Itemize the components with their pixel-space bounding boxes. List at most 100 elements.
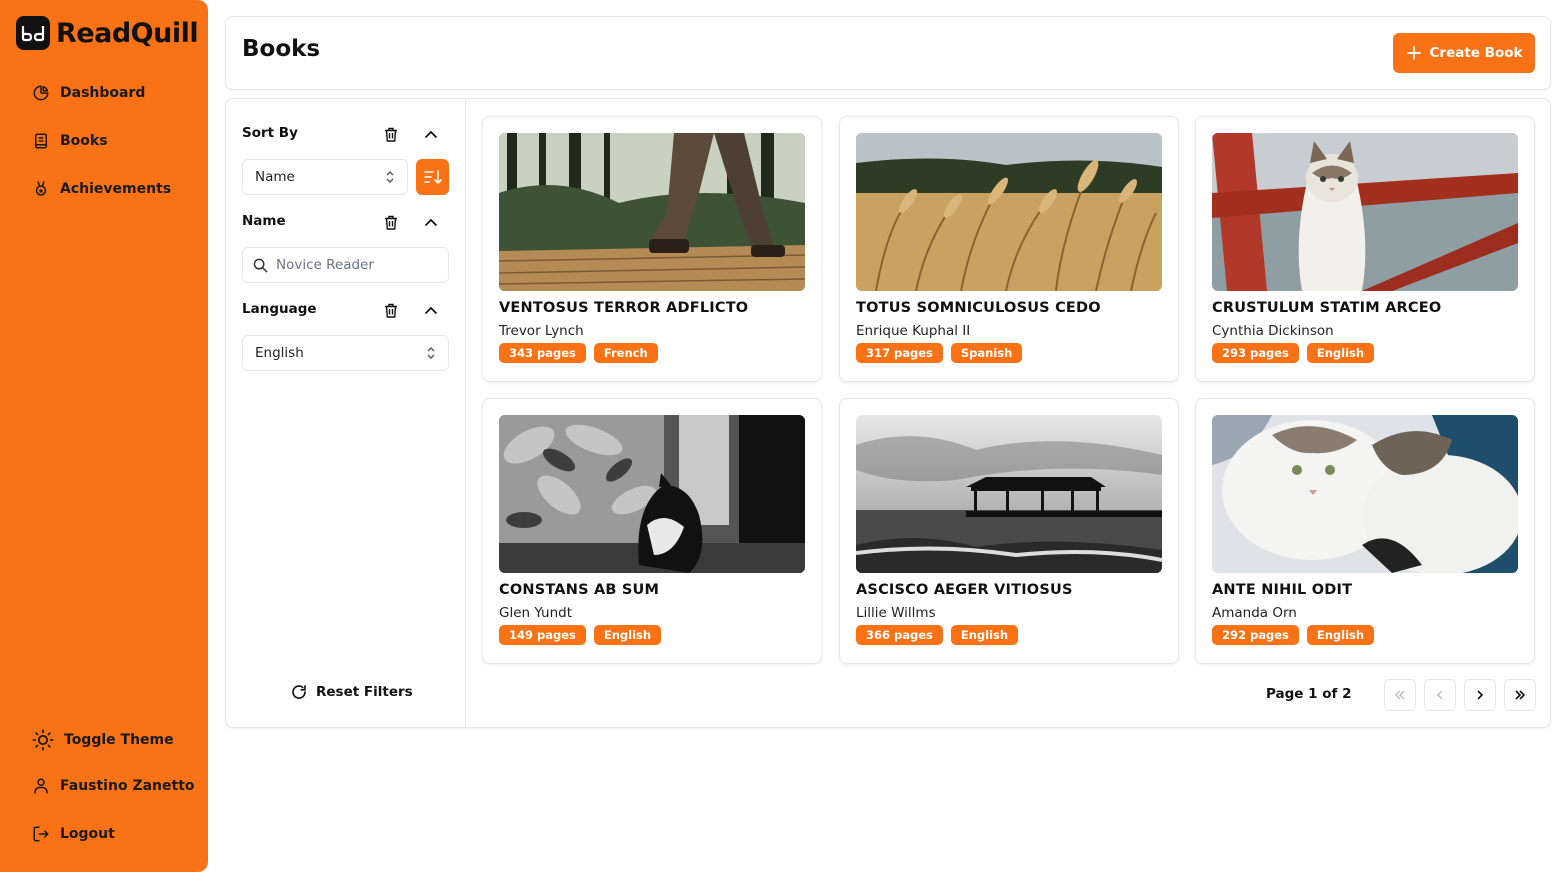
chevron-left-icon: [1437, 690, 1443, 700]
pages-badge: 293 pages: [1212, 343, 1299, 363]
logout-button[interactable]: Logout: [32, 825, 115, 843]
page-title: Books: [242, 36, 321, 62]
pages-badge: 343 pages: [499, 343, 586, 363]
cats-sleeping-photo: [1212, 415, 1518, 573]
award-icon: [35, 181, 47, 196]
chevron-up-icon[interactable]: [421, 124, 441, 144]
sidebar-item-dashboard[interactable]: Dashboard: [32, 84, 145, 102]
search-icon: [253, 258, 268, 272]
book-title: VENTOSUS TERROR ADFLICTO: [499, 300, 749, 316]
sidebar: ReadQuill Dashboard Books Achievements T…: [0, 0, 208, 872]
name-search-input[interactable]: [276, 257, 436, 273]
sidebar-item-label: Logout: [60, 826, 115, 842]
language-select[interactable]: English: [242, 335, 449, 371]
book-author: Cynthia Dickinson: [1212, 323, 1334, 339]
previous-page-button[interactable]: [1424, 679, 1456, 711]
reset-filters-button[interactable]: Reset Filters: [290, 683, 413, 701]
last-page-button[interactable]: [1504, 679, 1536, 711]
book-badges: 149 pages English: [499, 625, 662, 645]
toggle-theme-button[interactable]: Toggle Theme: [32, 729, 174, 751]
sidebar-item-label: Dashboard: [60, 85, 146, 101]
sort-direction-button[interactable]: [416, 159, 449, 195]
trash-icon[interactable]: [381, 124, 401, 144]
sidebar-item-label: Achievements: [60, 181, 172, 197]
book-author: Enrique Kuphal II: [856, 323, 971, 339]
kitten-chair-photo: [1212, 133, 1518, 291]
sidebar-item-label: Faustino Zanetto: [60, 778, 195, 794]
chevron-up-icon[interactable]: [421, 212, 441, 232]
language-badge: Spanish: [950, 343, 1023, 363]
book-title: TOTUS SOMNICULOSUS CEDO: [856, 300, 1101, 316]
pages-badge: 149 pages: [499, 625, 586, 645]
language-badge: English: [1306, 343, 1375, 363]
wheat-field-photo: [856, 133, 1162, 291]
book-badges: 293 pages English: [1212, 343, 1375, 363]
reset-filters-label: Reset Filters: [316, 684, 413, 700]
book-card[interactable]: VENTOSUS TERROR ADFLICTO Trevor Lynch 34…: [482, 116, 822, 382]
name-search-field[interactable]: [242, 247, 449, 283]
chart-pie-icon: [33, 85, 49, 101]
sidebar-item-achievements[interactable]: Achievements: [32, 180, 171, 198]
chevrons-up-down-icon: [386, 171, 394, 183]
book-card[interactable]: CRUSTULUM STATIM ARCEO Cynthia Dickinson…: [1195, 116, 1535, 382]
book-badges: 343 pages French: [499, 343, 658, 363]
book-title: ASCISCO AEGER VITIOSUS: [856, 582, 1073, 598]
book-title: ANTE NIHIL ODIT: [1212, 582, 1353, 598]
book-author: Glen Yundt: [499, 605, 573, 621]
first-page-button[interactable]: [1384, 679, 1416, 711]
chevrons-left-icon: [1395, 690, 1405, 700]
brand[interactable]: ReadQuill: [16, 16, 199, 50]
create-book-button[interactable]: Create Book: [1393, 33, 1535, 73]
logout-icon: [33, 826, 49, 842]
book-title: CRUSTULUM STATIM ARCEO: [1212, 300, 1442, 316]
pages-badge: 317 pages: [856, 343, 943, 363]
language-badge: English: [1306, 625, 1375, 645]
book-author: Trevor Lynch: [499, 323, 584, 339]
books-panel: Sort By Name Name Novice Reader Language…: [225, 98, 1551, 728]
sidebar-item-label: Toggle Theme: [64, 732, 174, 748]
sidebar-item-books[interactable]: Books: [32, 132, 108, 150]
create-book-label: Create Book: [1429, 45, 1523, 61]
sidebar-item-label: Books: [60, 133, 108, 149]
user-icon: [34, 778, 48, 794]
book-icon: [35, 133, 47, 149]
book-badges: 366 pages English: [856, 625, 1019, 645]
logo-icon: [16, 16, 50, 50]
sort-by-select[interactable]: Name: [242, 159, 408, 195]
language-badge: English: [593, 625, 662, 645]
app-root: ReadQuill Dashboard Books Achievements T…: [0, 0, 1568, 872]
trash-icon[interactable]: [381, 212, 401, 232]
chevron-up-icon[interactable]: [421, 300, 441, 320]
page-header: Books Create Book: [225, 16, 1551, 90]
plus-icon: [1406, 46, 1421, 60]
trash-icon[interactable]: [381, 300, 401, 320]
book-card[interactable]: ANTE NIHIL ODIT Amanda Orn 292 pages Eng…: [1195, 398, 1535, 664]
language-value: English: [255, 345, 304, 361]
chevron-right-icon: [1477, 690, 1484, 700]
sort-by-title: Sort By: [242, 125, 298, 141]
name-filter-title: Name: [242, 213, 286, 229]
chevrons-right-icon: [1515, 690, 1526, 700]
book-badges: 317 pages Spanish: [856, 343, 1023, 363]
book-title: CONSTANS AB SUM: [499, 582, 660, 598]
book-card[interactable]: CONSTANS AB SUM Glen Yundt 149 pages Eng…: [482, 398, 822, 664]
book-card[interactable]: TOTUS SOMNICULOSUS CEDO Enrique Kuphal I…: [839, 116, 1179, 382]
book-author: Lillie Willms: [856, 605, 936, 621]
app-name: ReadQuill: [56, 17, 199, 49]
language-filter-title: Language: [242, 301, 317, 317]
book-badges: 292 pages English: [1212, 625, 1375, 645]
filters-panel: Sort By Name Name Novice Reader Language…: [226, 99, 466, 727]
pages-badge: 366 pages: [856, 625, 943, 645]
reset-icon: [292, 685, 306, 699]
sun-icon: [32, 729, 54, 751]
sort-by-value: Name: [255, 169, 295, 185]
user-profile-button[interactable]: Faustino Zanetto: [32, 777, 195, 795]
next-page-button[interactable]: [1464, 679, 1496, 711]
forest-boardwalk-photo: [499, 133, 805, 291]
pages-badge: 292 pages: [1212, 625, 1299, 645]
book-author: Amanda Orn: [1212, 605, 1297, 621]
pier-sea-photo: [856, 415, 1162, 573]
cat-curtain-photo: [499, 415, 805, 573]
book-card[interactable]: ASCISCO AEGER VITIOSUS Lillie Willms 366…: [839, 398, 1179, 664]
page-indicator: Page 1 of 2: [1266, 686, 1352, 702]
